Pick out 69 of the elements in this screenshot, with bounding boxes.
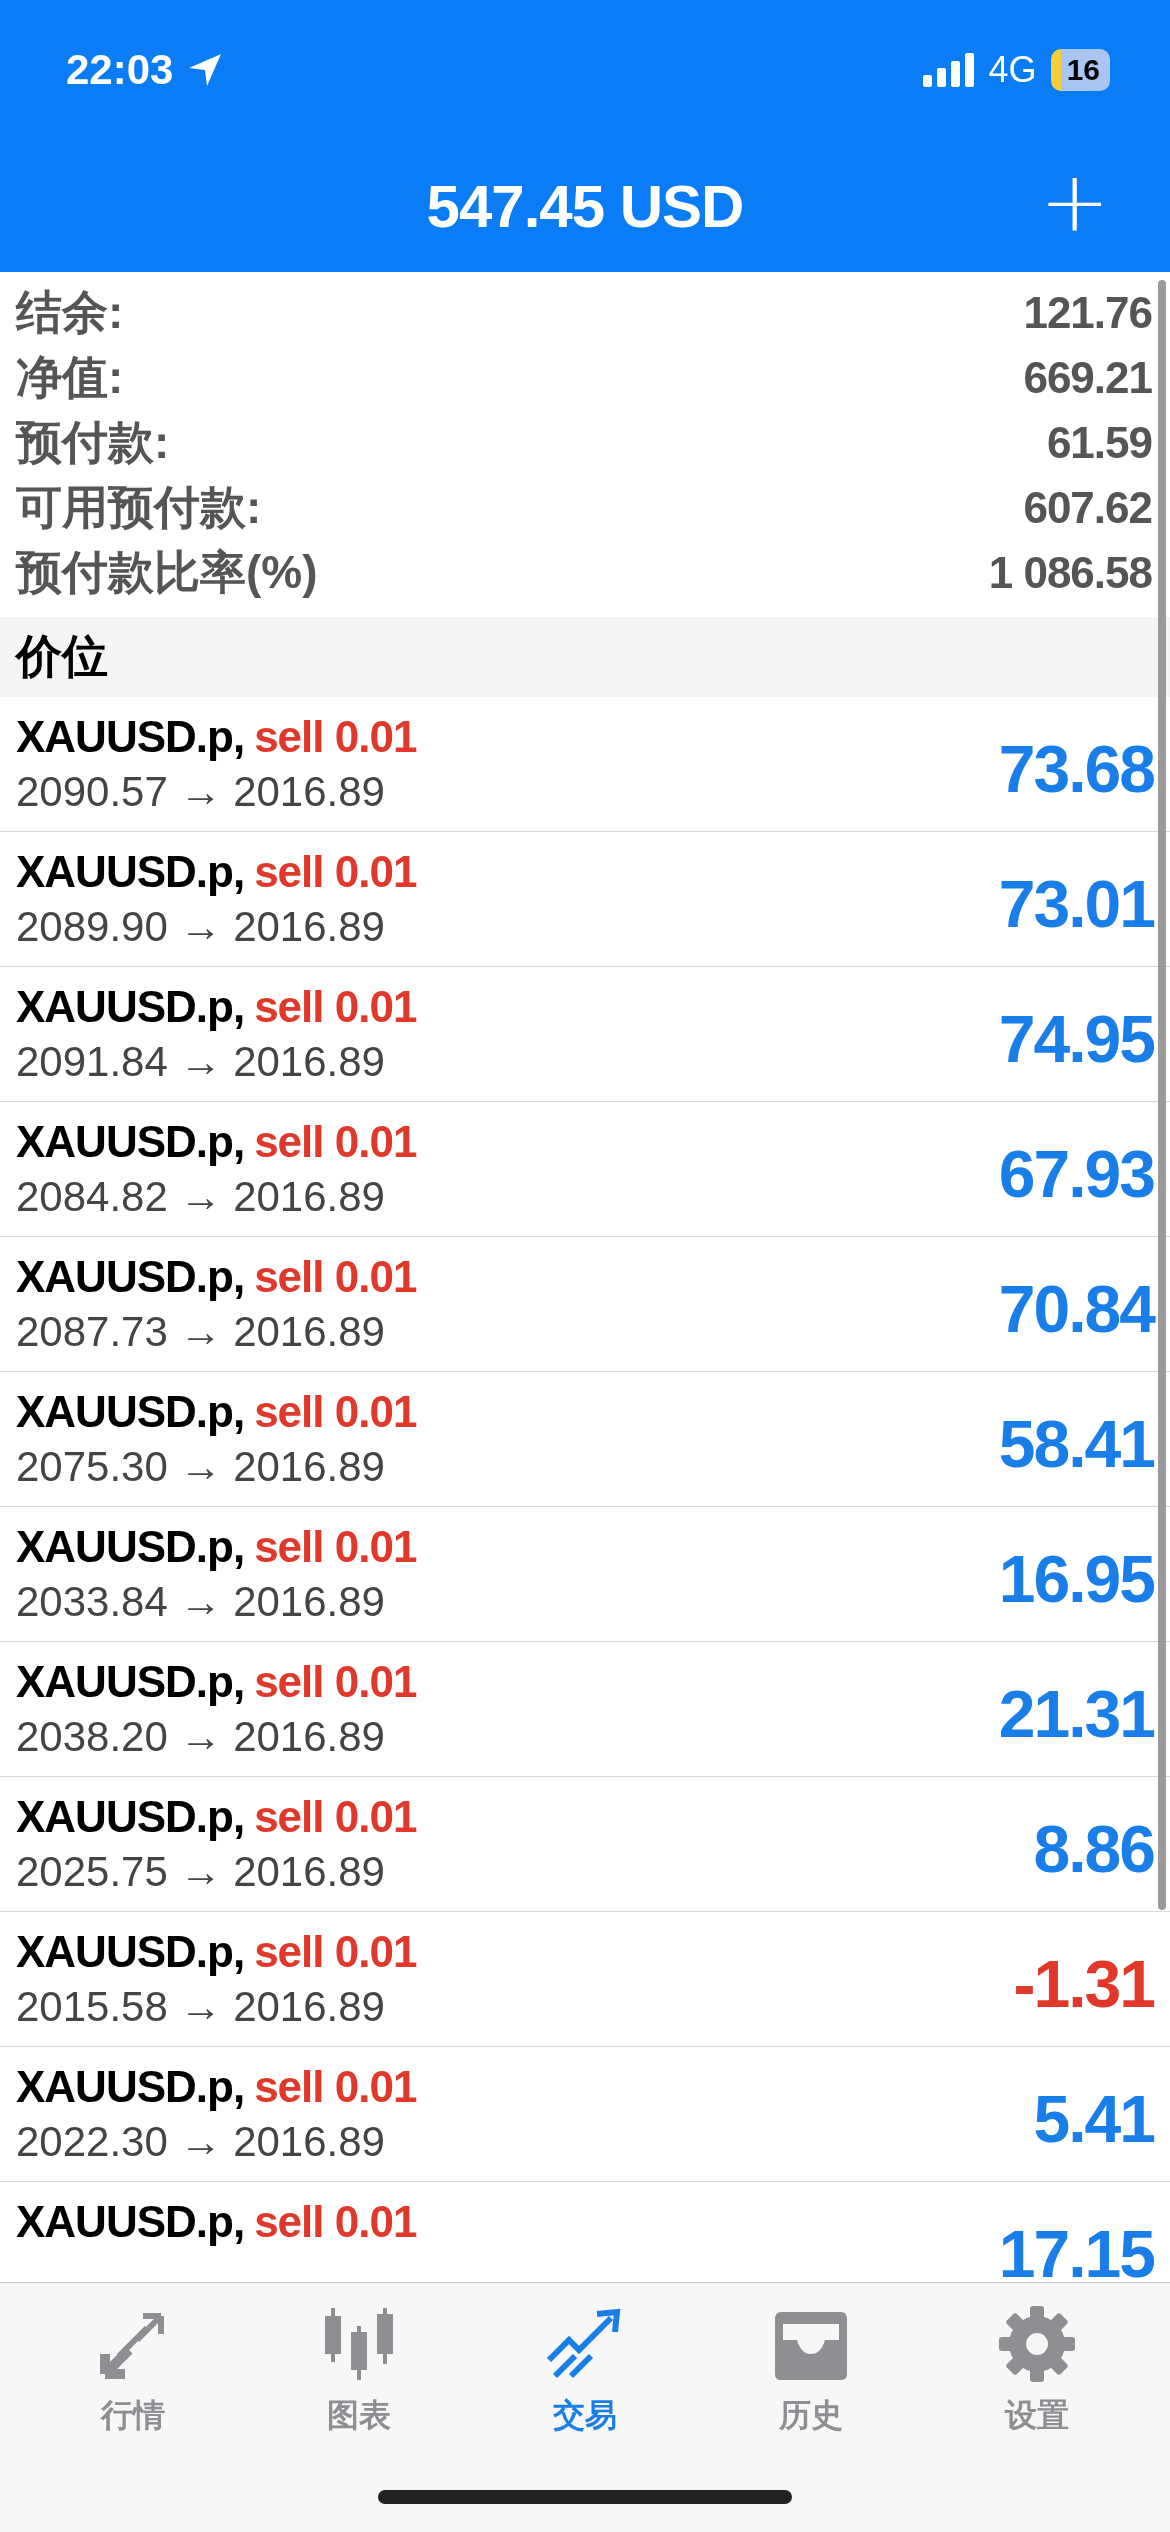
network-type: 4G: [988, 49, 1037, 91]
price-range: 2038.20 → 2016.89: [16, 1713, 386, 1761]
summary-value: 121.76: [1023, 287, 1152, 338]
profit-value: 70.84: [998, 1271, 1154, 1347]
price-range: 2089.90 → 2016.89: [16, 903, 386, 951]
tab[interactable]: 交易: [495, 2303, 675, 2439]
summary-value: 607.62: [1023, 482, 1152, 533]
order-type: sell 0.01: [254, 847, 417, 897]
price-range: 2091.84 → 2016.89: [16, 1038, 386, 1086]
status-time: 22:03: [66, 46, 174, 94]
order-type: sell 0.01: [254, 1792, 417, 1842]
profit-value: 73.68: [998, 731, 1154, 807]
position-symbol: XAUUSD.p,: [16, 712, 245, 762]
order-type: sell 0.01: [254, 1117, 417, 1167]
position-symbol: XAUUSD.p,: [16, 1522, 245, 1572]
location-arrow-icon: [187, 52, 224, 88]
position-symbol: XAUUSD.p,: [16, 1927, 245, 1977]
position-symbol: XAUUSD.p,: [16, 847, 245, 897]
position-symbol: XAUUSD.p,: [16, 982, 245, 1032]
order-type: sell 0.01: [254, 1522, 417, 1572]
profit-value: 5.41: [1033, 2081, 1154, 2157]
position-symbol: XAUUSD.p,: [16, 1657, 245, 1707]
battery-level: 16: [1050, 49, 1110, 91]
summary-label: 结余:: [16, 284, 124, 340]
order-type: sell 0.01: [254, 2197, 417, 2247]
summary-label: 净值:: [16, 349, 124, 405]
position-symbol: XAUUSD.p,: [16, 1387, 245, 1437]
price-range: 2022.30 → 2016.89: [16, 2118, 386, 2166]
price-range: 2025.75 → 2016.89: [16, 1848, 386, 1896]
order-type: sell 0.01: [254, 1657, 417, 1707]
order-type: sell 0.01: [254, 1927, 417, 1977]
order-type: sell 0.01: [254, 982, 417, 1032]
summary-value: 61.59: [1046, 417, 1152, 468]
section-title: 价位: [16, 629, 108, 684]
position-row[interactable]: XAUUSD.p, sell 0.01 2015.58 → 2016.89 -1.31: [0, 1912, 1170, 2047]
position-symbol: XAUUSD.p,: [16, 1792, 245, 1842]
profit-value: -1.31: [1013, 1946, 1154, 2022]
profit-value: 67.93: [998, 1136, 1154, 1212]
summary-value: 669.21: [1023, 352, 1152, 403]
profit-value: 16.95: [998, 1541, 1154, 1617]
add-button[interactable]: +: [1029, 160, 1120, 244]
price-range: 2084.82 → 2016.89: [16, 1173, 386, 1221]
price-range: 2087.73 → 2016.89: [16, 1308, 386, 1356]
order-type: sell 0.01: [254, 2062, 417, 2112]
balance-title: 547.45 USD: [426, 171, 744, 241]
price-range: 2075.30 → 2016.89: [16, 1443, 386, 1491]
profit-value: 58.41: [998, 1406, 1154, 1482]
summary-label: 预付款比率(%): [16, 544, 318, 600]
position-symbol: XAUUSD.p,: [16, 2197, 245, 2247]
settings-icon: [997, 2304, 1077, 2384]
position-symbol: XAUUSD.p,: [16, 2062, 245, 2112]
position-row[interactable]: XAUUSD.p, sell 0.01 2022.30 → 2016.89 5.41: [0, 2047, 1170, 2182]
profit-value: 21.31: [998, 1676, 1154, 1752]
profit-value: 8.86: [1033, 1811, 1154, 1887]
price-range: 2015.58 → 2016.89: [16, 1983, 386, 2031]
price-range: 2090.57 → 2016.89: [16, 768, 386, 816]
summary-label: 可用预付款:: [16, 479, 262, 535]
profit-value: 17.15: [998, 2216, 1154, 2282]
summary-value: 1 086.58: [988, 547, 1152, 598]
position-symbol: XAUUSD.p,: [16, 1252, 245, 1302]
order-type: sell 0.01: [254, 712, 417, 762]
order-type: sell 0.01: [254, 1387, 417, 1437]
summary-label: 预付款:: [16, 414, 170, 470]
profit-value: 74.95: [998, 1001, 1154, 1077]
order-type: sell 0.01: [254, 1252, 417, 1302]
signal-icon: [922, 53, 975, 87]
profit-value: 73.01: [998, 866, 1154, 942]
position-symbol: XAUUSD.p,: [16, 1117, 245, 1167]
price-range: 2033.84 → 2016.89: [16, 1578, 386, 1626]
